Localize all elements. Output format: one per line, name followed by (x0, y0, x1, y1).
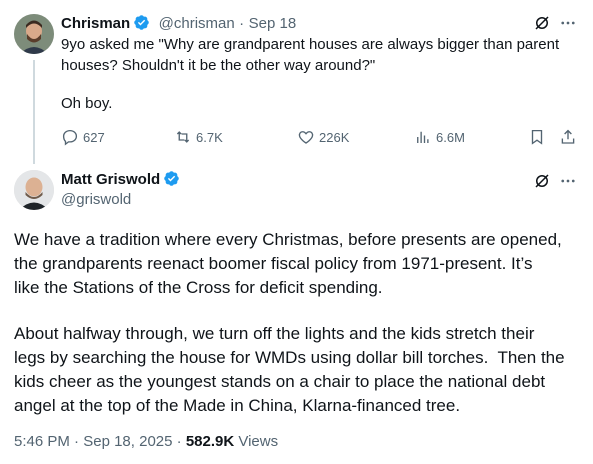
tweet2-paragraph2: About halfway through, we turn off the l… (14, 324, 565, 415)
repost-button[interactable]: 6.7K (174, 128, 223, 146)
tweet-date[interactable]: Sep 18 (249, 15, 297, 32)
bookmark-button[interactable] (528, 128, 546, 151)
grok-button[interactable] (533, 172, 551, 195)
heart-icon (298, 131, 314, 144)
tweet1-text-line3: Oh boy. (61, 95, 113, 112)
more-options-button[interactable] (559, 14, 577, 37)
tweet1-header: Chrisman @chrisman · Sep 18 (61, 14, 296, 33)
meta-separator: · (74, 433, 80, 450)
thread-connector-line (33, 60, 35, 164)
views-count: 582.9K (185, 433, 235, 450)
avatar-griswold[interactable] (14, 170, 54, 210)
more-icon (561, 179, 575, 183)
tweet2-header: Matt Griswold (61, 170, 180, 189)
tweet2-meta: 5:46 PM · Sep 18, 2025 · 582.9K Views (14, 433, 278, 450)
header-separator: · (239, 15, 245, 32)
author-handle[interactable]: @chrisman (159, 15, 235, 32)
bookmark-icon (531, 129, 543, 145)
repost-icon (176, 131, 190, 143)
analytics-icon (417, 131, 429, 143)
author-name[interactable]: Chrisman (61, 15, 130, 32)
author-name[interactable]: Matt Griswold (61, 171, 160, 188)
avatar-photo (14, 170, 54, 210)
tweet1-text-line1: 9yo asked me "Why are grandparent houses… (61, 36, 560, 53)
avatar-photo (14, 14, 54, 54)
repost-count: 6.7K (196, 129, 223, 145)
meta-separator: · (176, 433, 182, 450)
views-count: 6.6M (436, 129, 465, 145)
grok-button[interactable] (533, 14, 551, 37)
like-button[interactable]: 226K (297, 128, 349, 146)
tweet-date[interactable]: Sep 18, 2025 (83, 433, 172, 450)
share-button[interactable] (559, 128, 577, 151)
tweet-time[interactable]: 5:46 PM (14, 433, 70, 450)
grok-icon (535, 174, 549, 188)
more-options-button[interactable] (559, 172, 577, 195)
more-icon (561, 21, 575, 25)
verified-badge-icon (134, 15, 149, 30)
verified-badge-icon (164, 171, 179, 186)
grok-icon (535, 16, 549, 30)
share-icon (561, 129, 575, 144)
tweet1-text-line2: houses? Shouldn't it be the other way ar… (61, 57, 376, 74)
reply-count: 627 (83, 129, 105, 145)
reply-icon (62, 129, 78, 146)
reply-button[interactable]: 627 (61, 128, 105, 146)
avatar-chrisman[interactable] (14, 14, 54, 54)
views-label: Views (238, 433, 279, 450)
author-handle[interactable]: @griswold (61, 191, 131, 208)
like-count: 226K (319, 129, 350, 145)
tweet2-paragraph1: We have a tradition where every Christma… (14, 230, 562, 297)
views-button[interactable]: 6.6M (414, 128, 465, 146)
